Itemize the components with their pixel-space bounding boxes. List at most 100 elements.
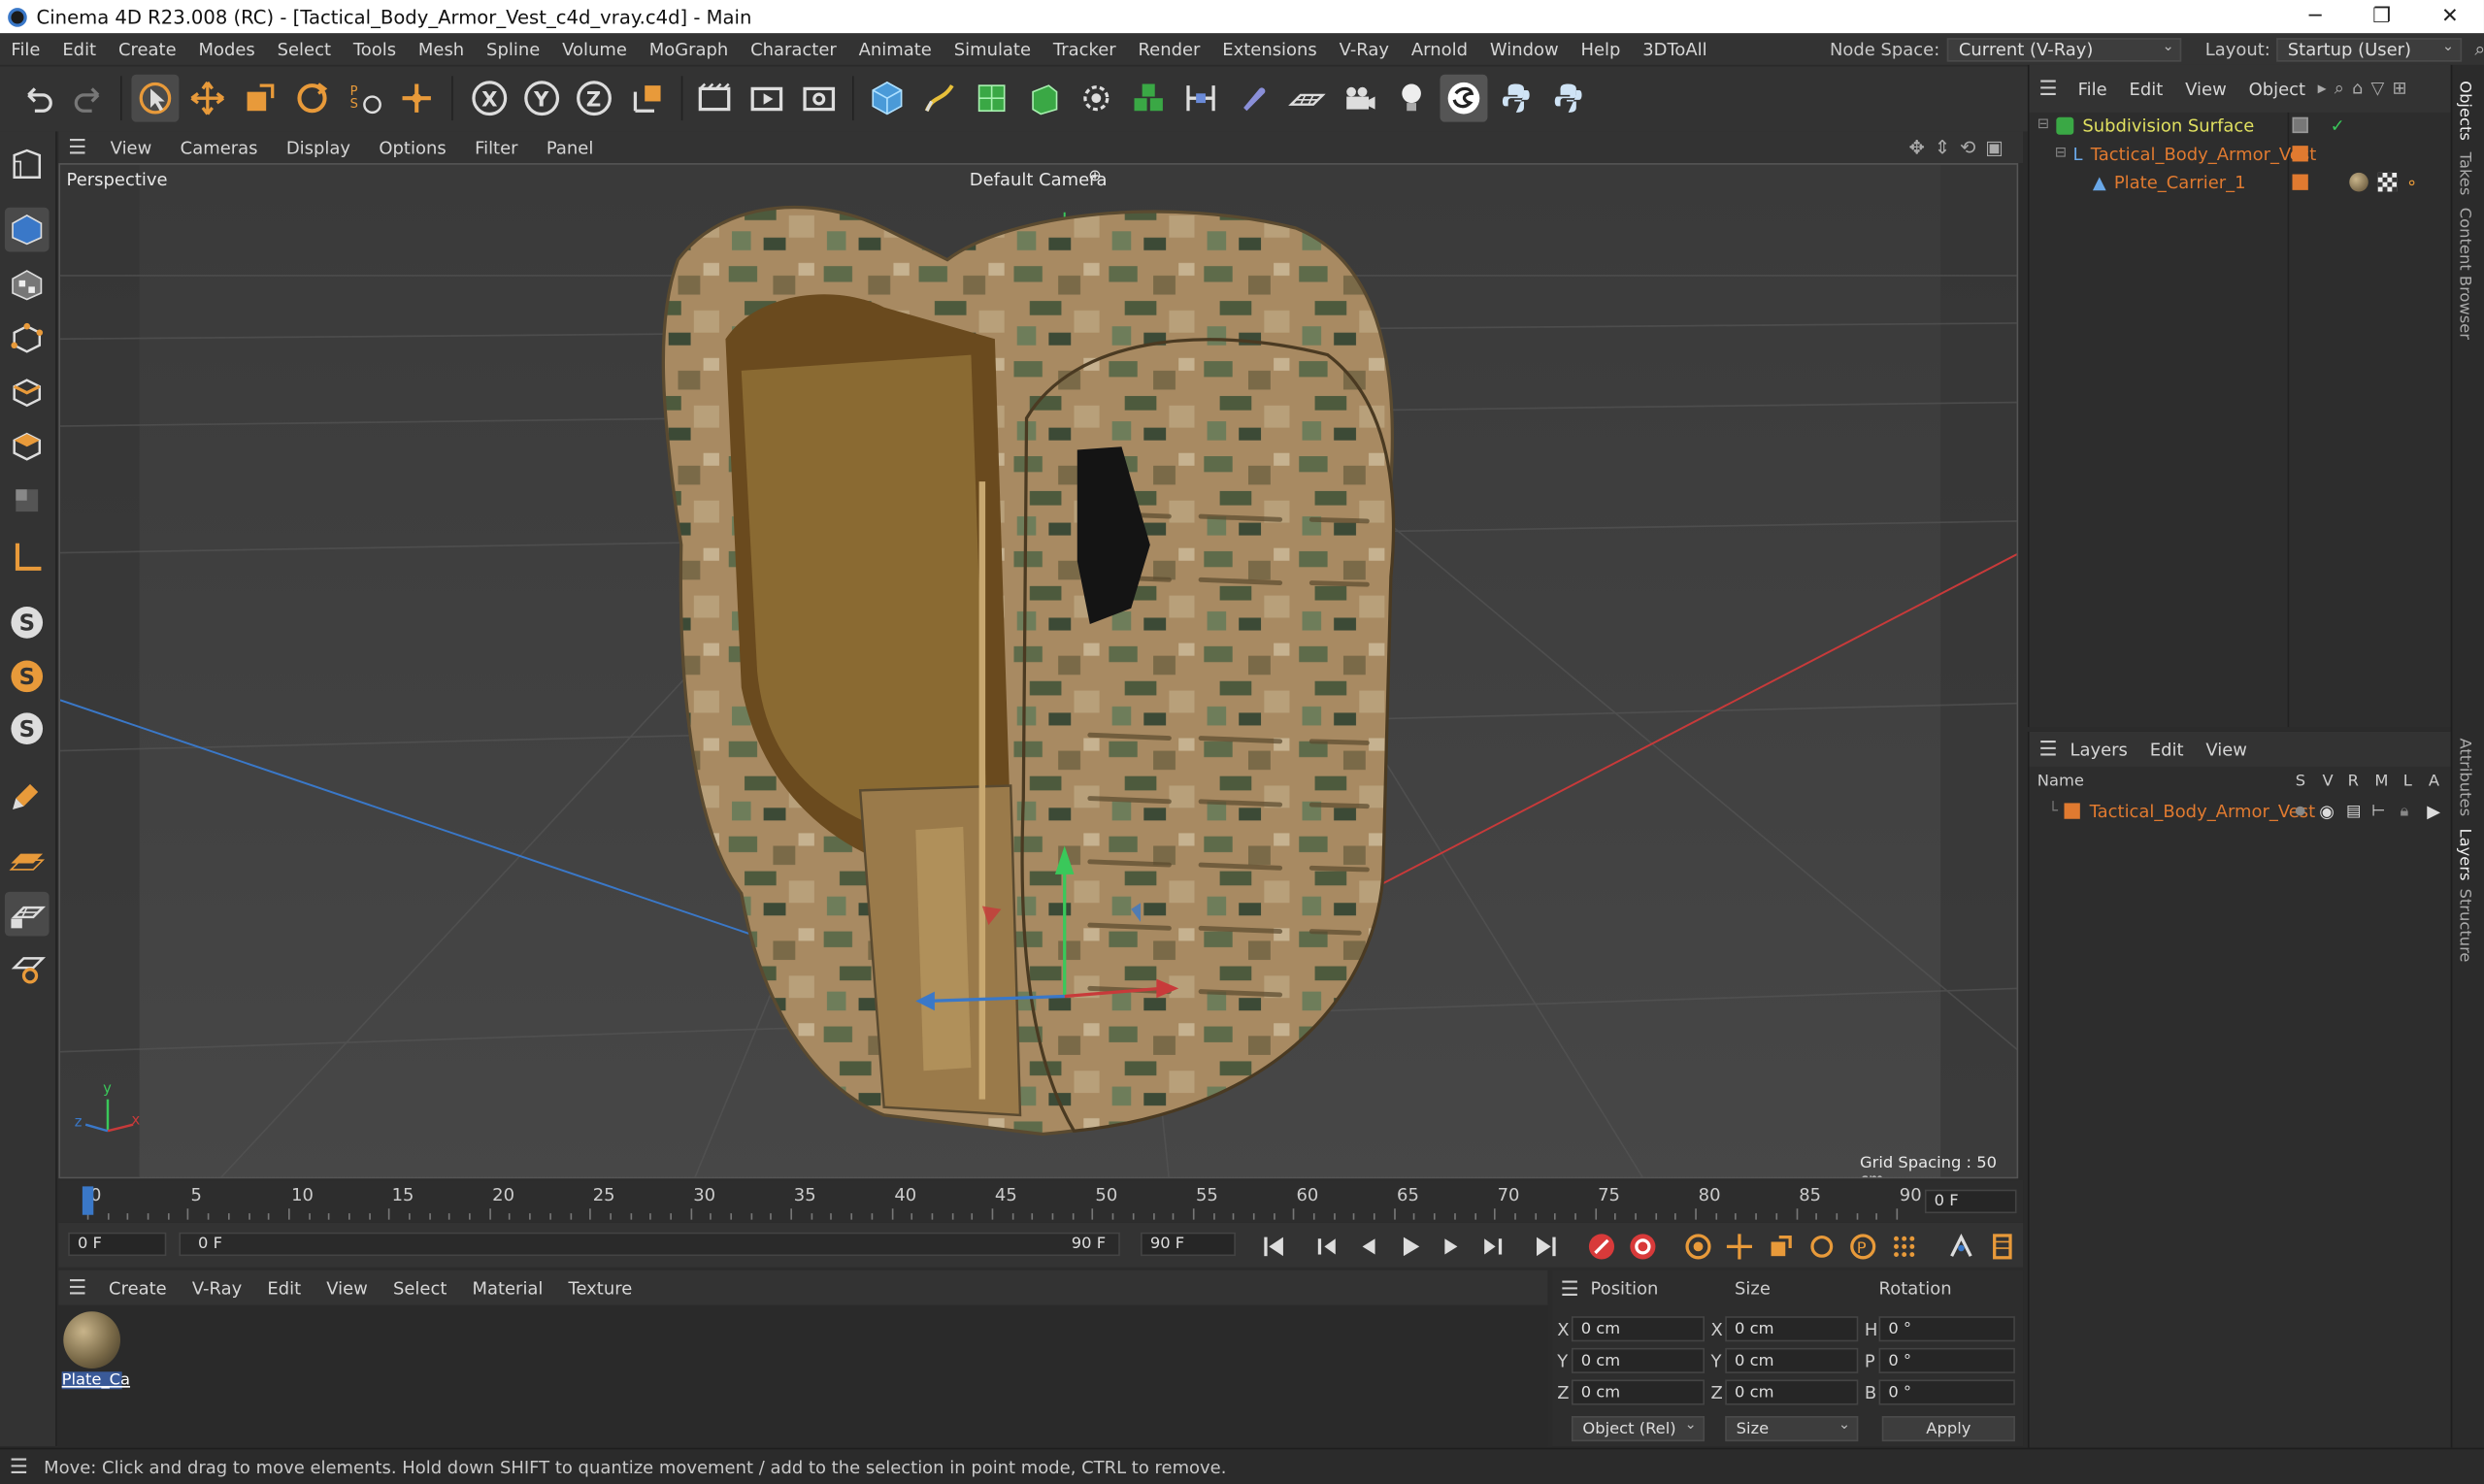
- key-scale-icon[interactable]: [1763, 1229, 1798, 1264]
- tab-objects[interactable]: Objects: [2456, 81, 2473, 141]
- timeline-ruler[interactable]: 0 5 10 15 20 25 30 35 40 45 50 55 60 65 70 75 80 85 90 0 F: [58, 1179, 2024, 1223]
- position-z-field[interactable]: 0 cm: [1571, 1379, 1706, 1405]
- viewport-name[interactable]: Perspective: [67, 170, 168, 190]
- vray-logo-icon[interactable]: [1440, 74, 1488, 122]
- viewport-menu-cameras[interactable]: Cameras: [166, 137, 272, 157]
- layer-color-swatch[interactable]: [2292, 146, 2308, 162]
- menu-window[interactable]: Window: [1478, 39, 1570, 59]
- object-row-subdivision-surface[interactable]: ⊟ Subdivision Surface ✓: [2030, 111, 2453, 139]
- material-menu-select[interactable]: Select: [381, 1277, 459, 1298]
- quantize-icon[interactable]: S: [5, 707, 50, 751]
- pen-spline-icon[interactable]: [915, 75, 963, 122]
- key-rotation-icon[interactable]: [1805, 1229, 1839, 1264]
- menu-arnold[interactable]: Arnold: [1400, 39, 1478, 59]
- phong-tag-icon[interactable]: ∘: [2406, 172, 2417, 192]
- hamburger-menu-icon[interactable]: ☰: [2038, 738, 2057, 761]
- apply-button[interactable]: Apply: [1881, 1416, 2015, 1442]
- viewport-navigation-icons[interactable]: ✥⇕⟲▣: [1909, 136, 2013, 158]
- menu-simulate[interactable]: Simulate: [943, 39, 1042, 59]
- model-mode-icon[interactable]: [4, 207, 50, 252]
- key-parameter-icon[interactable]: P: [1845, 1229, 1880, 1264]
- previous-frame-icon[interactable]: [1351, 1229, 1386, 1264]
- light-icon[interactable]: [1388, 75, 1436, 122]
- viewport-menu-view[interactable]: View: [96, 137, 166, 157]
- current-frame-field[interactable]: 0 F: [1924, 1189, 2017, 1214]
- axis-mode-icon[interactable]: [5, 536, 50, 580]
- rotate-tool-icon[interactable]: [288, 75, 336, 122]
- next-key-icon[interactable]: [1474, 1229, 1509, 1264]
- layers-menu-layers[interactable]: Layers: [2070, 739, 2138, 759]
- viewport-menu-display[interactable]: Display: [272, 137, 365, 157]
- x-axis-lock-icon[interactable]: X: [466, 75, 513, 122]
- y-axis-lock-icon[interactable]: Y: [518, 75, 566, 122]
- menu-animate[interactable]: Animate: [847, 39, 943, 59]
- position-y-field[interactable]: 0 cm: [1571, 1347, 1706, 1373]
- move-tool-icon[interactable]: [183, 75, 231, 122]
- menu-tracker[interactable]: Tracker: [1042, 39, 1127, 59]
- previous-key-icon[interactable]: [1310, 1229, 1345, 1264]
- texture-mode-icon[interactable]: [5, 263, 50, 308]
- tab-attributes[interactable]: Attributes: [2456, 739, 2473, 817]
- key-pla-icon[interactable]: [1887, 1229, 1922, 1264]
- points-mode-icon[interactable]: [5, 316, 50, 361]
- rotation-h-field[interactable]: 0 °: [1878, 1316, 2015, 1342]
- locked-workplane-icon[interactable]: [4, 891, 50, 937]
- render-picture-viewer-icon[interactable]: [743, 75, 790, 122]
- render-view-icon[interactable]: [691, 75, 739, 122]
- size-z-field[interactable]: 0 cm: [1725, 1379, 1859, 1405]
- position-x-field[interactable]: 0 cm: [1571, 1316, 1706, 1342]
- manager-icon[interactable]: ⊢: [2371, 803, 2385, 820]
- undo-icon[interactable]: [15, 75, 62, 122]
- layer-color-swatch[interactable]: [2292, 174, 2308, 190]
- minimize-button[interactable]: ─: [2281, 0, 2349, 33]
- material-thumbnail[interactable]: Plate_Ca: [61, 1311, 130, 1394]
- layer-row[interactable]: └ Tactical_Body_Armor_Vest ◉ ▤ ⊢ 🔒︎ ▶: [2030, 797, 2453, 825]
- field-icon[interactable]: [1229, 75, 1276, 122]
- end-frame-field[interactable]: 90 F: [1141, 1232, 1236, 1257]
- menu-spline[interactable]: Spline: [476, 39, 551, 59]
- subdivision-generator-icon[interactable]: [968, 75, 1015, 122]
- layer-color-swatch[interactable]: [2064, 803, 2080, 819]
- render-settings-icon[interactable]: [795, 75, 843, 122]
- search-icon[interactable]: ⌕: [2474, 37, 2484, 60]
- key-position-icon[interactable]: [1722, 1229, 1757, 1264]
- objects-menu-view[interactable]: View: [2174, 79, 2237, 99]
- camera-icon[interactable]: [1336, 75, 1383, 122]
- tab-layers[interactable]: Layers: [2456, 829, 2473, 881]
- eye-icon[interactable]: ◉: [2319, 801, 2335, 821]
- size-x-field[interactable]: 0 cm: [1725, 1316, 1859, 1342]
- layers-menu-edit[interactable]: Edit: [2138, 739, 2195, 759]
- motion-system-icon[interactable]: [1943, 1229, 1978, 1264]
- menu-vray[interactable]: V-Ray: [1328, 39, 1400, 59]
- record-keys-icon[interactable]: [1584, 1229, 1619, 1264]
- material-menu-edit[interactable]: Edit: [254, 1277, 314, 1298]
- tweak-mode-icon[interactable]: [5, 773, 50, 817]
- size-mode-dropdown[interactable]: Size ⌄: [1725, 1416, 1859, 1442]
- menu-mograph[interactable]: MoGraph: [638, 39, 739, 59]
- transform-tool-icon[interactable]: [393, 75, 441, 122]
- object-row-plate-carrier-1[interactable]: ▲ Plate_Carrier_1 ∘: [2030, 168, 2453, 196]
- keyframe-selection-icon[interactable]: [1681, 1229, 1716, 1264]
- tab-takes[interactable]: Takes: [2456, 152, 2473, 196]
- hamburger-menu-icon[interactable]: ☰: [68, 1276, 86, 1300]
- material-menu-material[interactable]: Material: [459, 1277, 555, 1298]
- menu-3dtoall[interactable]: 3DToAll: [1632, 39, 1718, 59]
- live-selection-icon[interactable]: [131, 74, 180, 122]
- z-axis-lock-icon[interactable]: Z: [571, 75, 618, 122]
- hamburger-menu-icon[interactable]: ☰: [2038, 77, 2057, 100]
- solo-icon[interactable]: [2295, 806, 2305, 816]
- material-menu-create[interactable]: Create: [96, 1277, 180, 1298]
- menu-tools[interactable]: Tools: [342, 39, 407, 59]
- material-menu-vray[interactable]: V-Ray: [180, 1277, 255, 1298]
- cube-primitive-icon[interactable]: [863, 75, 911, 122]
- hamburger-menu-icon[interactable]: ☰: [1561, 1278, 1579, 1302]
- lock-icon[interactable]: 🔒︎: [2400, 803, 2408, 820]
- scale-tool-icon[interactable]: [236, 75, 283, 122]
- make-editable-icon[interactable]: [5, 143, 50, 187]
- size-y-field[interactable]: 0 cm: [1725, 1347, 1859, 1373]
- extrude-generator-icon[interactable]: [1020, 75, 1068, 122]
- material-menu-texture[interactable]: Texture: [555, 1277, 645, 1298]
- uv-mode-icon[interactable]: [5, 478, 50, 523]
- expand-icon[interactable]: ⊟: [2055, 146, 2067, 161]
- close-button[interactable]: ✕: [2416, 0, 2484, 33]
